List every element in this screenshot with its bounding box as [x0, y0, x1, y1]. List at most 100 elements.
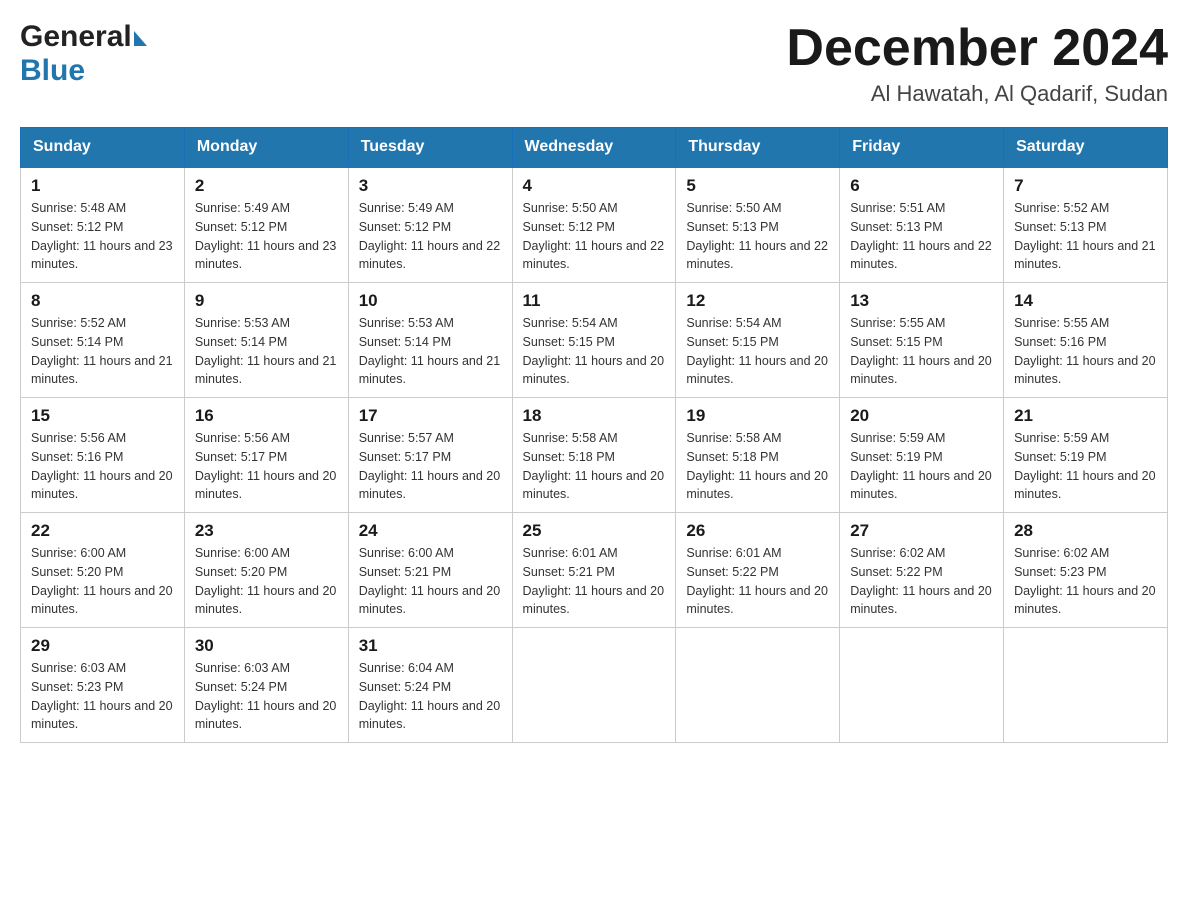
day-info: Sunrise: 6:02 AM Sunset: 5:22 PM Dayligh…: [850, 544, 993, 619]
day-number: 3: [359, 176, 502, 196]
day-number: 26: [686, 521, 829, 541]
calendar-day-cell: 11 Sunrise: 5:54 AM Sunset: 5:15 PM Dayl…: [512, 283, 676, 398]
day-info: Sunrise: 5:52 AM Sunset: 5:13 PM Dayligh…: [1014, 199, 1157, 274]
day-info: Sunrise: 6:04 AM Sunset: 5:24 PM Dayligh…: [359, 659, 502, 734]
calendar-week-row: 22 Sunrise: 6:00 AM Sunset: 5:20 PM Dayl…: [21, 513, 1168, 628]
day-info: Sunrise: 6:03 AM Sunset: 5:23 PM Dayligh…: [31, 659, 174, 734]
day-info: Sunrise: 6:01 AM Sunset: 5:21 PM Dayligh…: [523, 544, 666, 619]
day-number: 8: [31, 291, 174, 311]
calendar-day-cell: 24 Sunrise: 6:00 AM Sunset: 5:21 PM Dayl…: [348, 513, 512, 628]
day-number: 17: [359, 406, 502, 426]
day-of-week-header: Thursday: [676, 128, 840, 168]
calendar-day-cell: 26 Sunrise: 6:01 AM Sunset: 5:22 PM Dayl…: [676, 513, 840, 628]
calendar-day-cell: 14 Sunrise: 5:55 AM Sunset: 5:16 PM Dayl…: [1004, 283, 1168, 398]
calendar-day-cell: 27 Sunrise: 6:02 AM Sunset: 5:22 PM Dayl…: [840, 513, 1004, 628]
day-info: Sunrise: 5:56 AM Sunset: 5:16 PM Dayligh…: [31, 429, 174, 504]
calendar-day-cell: 21 Sunrise: 5:59 AM Sunset: 5:19 PM Dayl…: [1004, 398, 1168, 513]
calendar-day-cell: 12 Sunrise: 5:54 AM Sunset: 5:15 PM Dayl…: [676, 283, 840, 398]
day-info: Sunrise: 5:59 AM Sunset: 5:19 PM Dayligh…: [1014, 429, 1157, 504]
title-block: December 2024 Al Hawatah, Al Qadarif, Su…: [786, 20, 1168, 107]
calendar-day-cell: 29 Sunrise: 6:03 AM Sunset: 5:23 PM Dayl…: [21, 628, 185, 743]
day-number: 20: [850, 406, 993, 426]
day-number: 7: [1014, 176, 1157, 196]
calendar-day-cell: 16 Sunrise: 5:56 AM Sunset: 5:17 PM Dayl…: [184, 398, 348, 513]
calendar-day-cell: 23 Sunrise: 6:00 AM Sunset: 5:20 PM Dayl…: [184, 513, 348, 628]
location-title: Al Hawatah, Al Qadarif, Sudan: [786, 81, 1168, 107]
day-info: Sunrise: 5:53 AM Sunset: 5:14 PM Dayligh…: [195, 314, 338, 389]
day-number: 16: [195, 406, 338, 426]
month-title: December 2024: [786, 20, 1168, 77]
day-number: 5: [686, 176, 829, 196]
day-info: Sunrise: 5:49 AM Sunset: 5:12 PM Dayligh…: [195, 199, 338, 274]
logo-arrow-icon: [134, 31, 147, 46]
calendar-day-cell: 9 Sunrise: 5:53 AM Sunset: 5:14 PM Dayli…: [184, 283, 348, 398]
calendar-day-cell: 1 Sunrise: 5:48 AM Sunset: 5:12 PM Dayli…: [21, 167, 185, 283]
day-of-week-header: Sunday: [21, 128, 185, 168]
day-info: Sunrise: 5:52 AM Sunset: 5:14 PM Dayligh…: [31, 314, 174, 389]
day-number: 9: [195, 291, 338, 311]
day-number: 29: [31, 636, 174, 656]
logo-general-text: General: [20, 20, 132, 54]
day-number: 28: [1014, 521, 1157, 541]
day-number: 10: [359, 291, 502, 311]
day-number: 30: [195, 636, 338, 656]
day-number: 18: [523, 406, 666, 426]
day-info: Sunrise: 5:56 AM Sunset: 5:17 PM Dayligh…: [195, 429, 338, 504]
calendar-day-cell: [676, 628, 840, 743]
day-number: 21: [1014, 406, 1157, 426]
day-info: Sunrise: 5:59 AM Sunset: 5:19 PM Dayligh…: [850, 429, 993, 504]
day-info: Sunrise: 5:58 AM Sunset: 5:18 PM Dayligh…: [523, 429, 666, 504]
calendar-day-cell: [1004, 628, 1168, 743]
day-number: 13: [850, 291, 993, 311]
calendar-day-cell: 30 Sunrise: 6:03 AM Sunset: 5:24 PM Dayl…: [184, 628, 348, 743]
calendar-day-cell: 5 Sunrise: 5:50 AM Sunset: 5:13 PM Dayli…: [676, 167, 840, 283]
day-info: Sunrise: 5:58 AM Sunset: 5:18 PM Dayligh…: [686, 429, 829, 504]
day-info: Sunrise: 5:57 AM Sunset: 5:17 PM Dayligh…: [359, 429, 502, 504]
calendar-week-row: 1 Sunrise: 5:48 AM Sunset: 5:12 PM Dayli…: [21, 167, 1168, 283]
calendar-table: SundayMondayTuesdayWednesdayThursdayFrid…: [20, 127, 1168, 743]
day-info: Sunrise: 6:02 AM Sunset: 5:23 PM Dayligh…: [1014, 544, 1157, 619]
day-of-week-header: Monday: [184, 128, 348, 168]
day-number: 27: [850, 521, 993, 541]
day-info: Sunrise: 5:48 AM Sunset: 5:12 PM Dayligh…: [31, 199, 174, 274]
day-info: Sunrise: 5:55 AM Sunset: 5:16 PM Dayligh…: [1014, 314, 1157, 389]
day-info: Sunrise: 6:01 AM Sunset: 5:22 PM Dayligh…: [686, 544, 829, 619]
day-info: Sunrise: 6:03 AM Sunset: 5:24 PM Dayligh…: [195, 659, 338, 734]
calendar-day-cell: 19 Sunrise: 5:58 AM Sunset: 5:18 PM Dayl…: [676, 398, 840, 513]
day-number: 11: [523, 291, 666, 311]
calendar-day-cell: 4 Sunrise: 5:50 AM Sunset: 5:12 PM Dayli…: [512, 167, 676, 283]
calendar-day-cell: 18 Sunrise: 5:58 AM Sunset: 5:18 PM Dayl…: [512, 398, 676, 513]
calendar-day-cell: 25 Sunrise: 6:01 AM Sunset: 5:21 PM Dayl…: [512, 513, 676, 628]
calendar-day-cell: 31 Sunrise: 6:04 AM Sunset: 5:24 PM Dayl…: [348, 628, 512, 743]
calendar-header-row: SundayMondayTuesdayWednesdayThursdayFrid…: [21, 128, 1168, 168]
day-info: Sunrise: 5:54 AM Sunset: 5:15 PM Dayligh…: [523, 314, 666, 389]
calendar-week-row: 8 Sunrise: 5:52 AM Sunset: 5:14 PM Dayli…: [21, 283, 1168, 398]
day-number: 12: [686, 291, 829, 311]
day-number: 23: [195, 521, 338, 541]
day-number: 24: [359, 521, 502, 541]
day-info: Sunrise: 5:54 AM Sunset: 5:15 PM Dayligh…: [686, 314, 829, 389]
day-info: Sunrise: 6:00 AM Sunset: 5:21 PM Dayligh…: [359, 544, 502, 619]
day-of-week-header: Saturday: [1004, 128, 1168, 168]
calendar-day-cell: 22 Sunrise: 6:00 AM Sunset: 5:20 PM Dayl…: [21, 513, 185, 628]
day-info: Sunrise: 5:53 AM Sunset: 5:14 PM Dayligh…: [359, 314, 502, 389]
calendar-day-cell: 13 Sunrise: 5:55 AM Sunset: 5:15 PM Dayl…: [840, 283, 1004, 398]
day-of-week-header: Wednesday: [512, 128, 676, 168]
day-info: Sunrise: 5:50 AM Sunset: 5:13 PM Dayligh…: [686, 199, 829, 274]
day-info: Sunrise: 5:49 AM Sunset: 5:12 PM Dayligh…: [359, 199, 502, 274]
day-number: 15: [31, 406, 174, 426]
day-number: 6: [850, 176, 993, 196]
calendar-day-cell: [512, 628, 676, 743]
logo: General Blue: [20, 20, 147, 88]
day-number: 2: [195, 176, 338, 196]
page-header: General Blue December 2024 Al Hawatah, A…: [20, 20, 1168, 107]
day-info: Sunrise: 6:00 AM Sunset: 5:20 PM Dayligh…: [31, 544, 174, 619]
calendar-week-row: 15 Sunrise: 5:56 AM Sunset: 5:16 PM Dayl…: [21, 398, 1168, 513]
calendar-day-cell: 2 Sunrise: 5:49 AM Sunset: 5:12 PM Dayli…: [184, 167, 348, 283]
calendar-day-cell: 6 Sunrise: 5:51 AM Sunset: 5:13 PM Dayli…: [840, 167, 1004, 283]
day-info: Sunrise: 6:00 AM Sunset: 5:20 PM Dayligh…: [195, 544, 338, 619]
calendar-day-cell: 20 Sunrise: 5:59 AM Sunset: 5:19 PM Dayl…: [840, 398, 1004, 513]
day-info: Sunrise: 5:55 AM Sunset: 5:15 PM Dayligh…: [850, 314, 993, 389]
logo-blue-text: Blue: [20, 54, 85, 87]
day-number: 14: [1014, 291, 1157, 311]
